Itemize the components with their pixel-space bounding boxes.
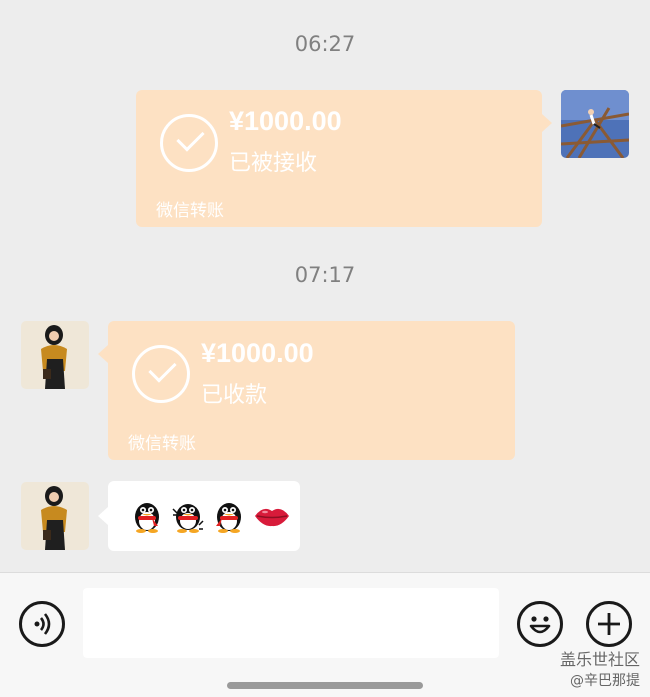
watermark-author: @辛巴那提 <box>570 673 640 689</box>
check-circle-icon <box>160 114 218 172</box>
contact-avatar[interactable] <box>21 482 89 550</box>
timestamp: 07:17 <box>294 263 356 287</box>
bubble-tail <box>542 114 552 132</box>
qq-penguin-dance-icon <box>172 504 204 533</box>
check-circle-icon <box>132 345 190 403</box>
voice-button[interactable] <box>19 601 65 647</box>
timestamp: 06:27 <box>294 32 356 56</box>
more-button[interactable] <box>586 601 632 647</box>
transfer-amount: ¥1000.00 <box>229 106 342 136</box>
watermark-title: 盖乐世社区 <box>559 650 640 669</box>
transfer-card-received[interactable]: ¥1000.00 已收款 微信转账 <box>98 321 515 460</box>
voice-icon <box>34 613 51 635</box>
transfer-amount: ¥1000.00 <box>201 338 314 368</box>
qq-penguin-icon <box>135 503 159 533</box>
transfer-status: 已被接收 <box>229 151 318 176</box>
plus-icon <box>598 613 620 635</box>
my-avatar[interactable] <box>561 90 629 158</box>
transfer-status: 已收款 <box>201 383 268 408</box>
input-bar: 盖乐世社区 @辛巴那提 <box>0 572 650 697</box>
qq-penguin-icon <box>216 503 241 533</box>
transfer-label: 微信转账 <box>128 434 196 454</box>
transfer-label: 微信转账 <box>156 201 224 221</box>
bubble-tail <box>98 345 108 363</box>
contact-avatar[interactable] <box>21 321 89 389</box>
home-indicator[interactable] <box>227 682 423 689</box>
chat-area[interactable]: 06:27 ¥1000.00 已被接收 微信转账 07:17 ¥1000.00 … <box>0 0 650 572</box>
emoji-message-bubble[interactable] <box>98 481 300 551</box>
smiley-icon <box>529 616 551 634</box>
emoji-button[interactable] <box>517 601 563 647</box>
message-input[interactable] <box>83 588 499 658</box>
lips-icon <box>255 508 289 527</box>
bubble-tail <box>98 507 108 525</box>
transfer-card-sent[interactable]: ¥1000.00 已被接收 微信转账 <box>136 90 552 227</box>
